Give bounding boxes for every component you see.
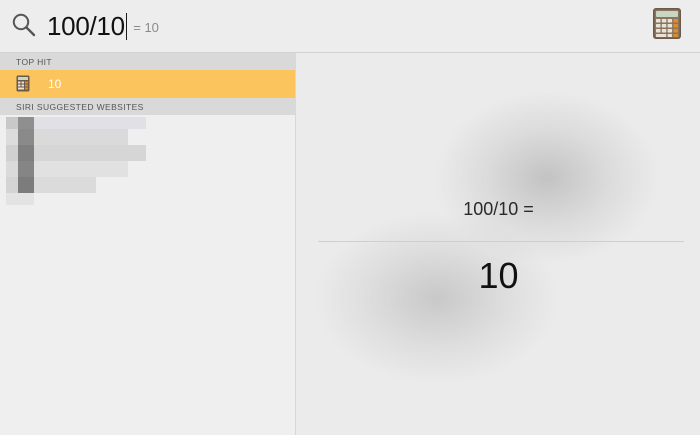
calculation-expression: 100/10 =: [463, 199, 534, 219]
search-input[interactable]: 100/10 = 10: [47, 6, 159, 46]
result-row-top-hit[interactable]: 10: [0, 70, 295, 98]
text-caret: [125, 12, 128, 40]
calculation-answer: 10: [478, 255, 519, 296]
calculator-icon[interactable]: [652, 7, 682, 40]
search-icon: [12, 13, 36, 37]
background-shadow: [317, 213, 557, 383]
divider: [318, 241, 684, 242]
results-list: TOP HIT 10 SIRI SUGGESTED WEBSITES: [0, 53, 296, 435]
section-header-top-hit: TOP HIT: [0, 53, 295, 70]
search-bar[interactable]: 100/10 = 10: [0, 0, 700, 53]
calculator-icon: [16, 75, 30, 92]
section-header-siri-websites: SIRI SUGGESTED WEBSITES: [0, 98, 295, 115]
blurred-website-list[interactable]: [6, 117, 151, 209]
spotlight-window: 100/10 = 10 TOP HIT 10 SIRI SUGGESTED WE…: [0, 0, 700, 435]
calculator-preview: 100/10 = 10: [297, 53, 700, 435]
inline-result: = 10: [133, 20, 159, 35]
result-label: 10: [48, 77, 62, 91]
search-query-text: 100/10: [47, 10, 125, 41]
